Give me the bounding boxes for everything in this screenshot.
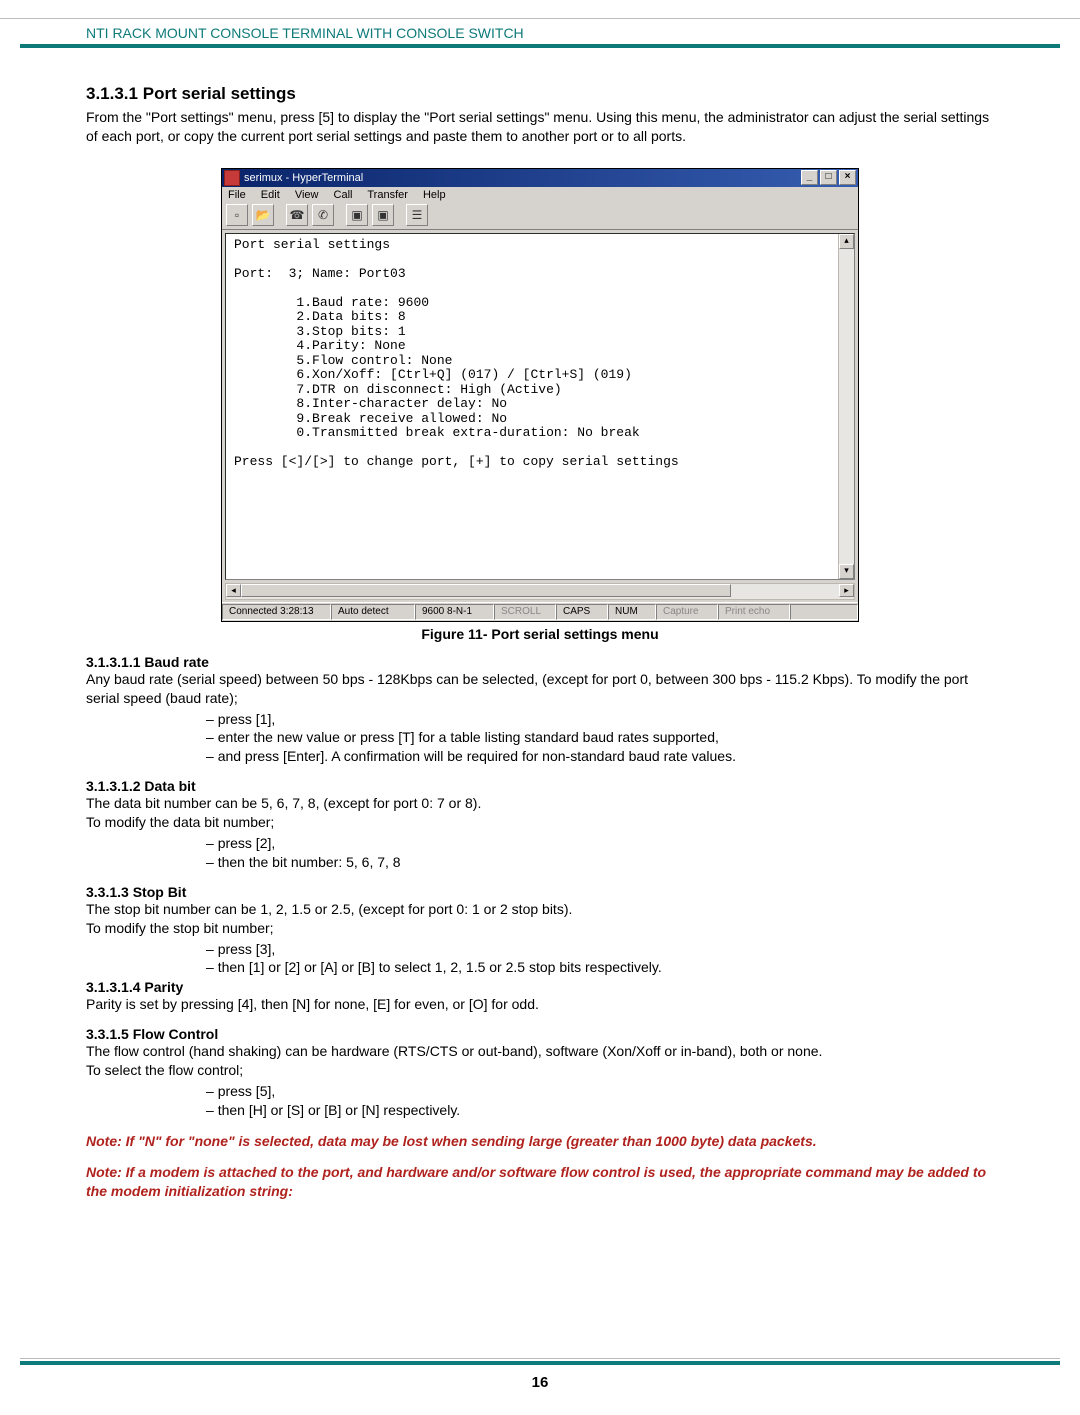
- send-icon: ▣: [351, 208, 362, 222]
- open-icon: 📂: [256, 208, 271, 222]
- list-item: press [1],: [206, 710, 994, 729]
- status-scroll: SCROLL: [494, 604, 556, 620]
- disconnect-button[interactable]: ✆: [312, 204, 334, 226]
- databit-text1: The data bit number can be 5, 6, 7, 8, (…: [86, 794, 994, 813]
- stopbit-heading: 3.3.1.3 Stop Bit: [86, 884, 994, 900]
- menu-view[interactable]: View: [295, 189, 319, 201]
- flow-text1: The flow control (hand shaking) can be h…: [86, 1042, 994, 1061]
- page: NTI RACK MOUNT CONSOLE TERMINAL WITH CON…: [0, 18, 1080, 1415]
- menu-edit[interactable]: Edit: [261, 189, 280, 201]
- databit-list: press [2], then the bit number: 5, 6, 7,…: [86, 834, 994, 872]
- section-title: Port serial settings: [143, 84, 296, 103]
- scroll-right-arrow-icon[interactable]: ▸: [839, 584, 854, 597]
- footer-rule: [20, 1361, 1060, 1365]
- list-item: press [2],: [206, 834, 994, 853]
- note-1: Note: If "N" for "none" is selected, dat…: [86, 1132, 994, 1151]
- flow-list: press [5], then [H] or [S] or [B] or [N]…: [86, 1082, 994, 1120]
- minimize-button[interactable]: _: [801, 170, 818, 185]
- menu-file[interactable]: File: [228, 189, 246, 201]
- baud-text: Any baud rate (serial speed) between 50 …: [86, 670, 994, 708]
- status-num: NUM: [608, 604, 656, 620]
- toolbar: ▫ 📂 ☎ ✆ ▣ ▣ ☰: [222, 203, 858, 230]
- scroll-up-arrow-icon[interactable]: ▴: [839, 234, 854, 249]
- new-button[interactable]: ▫: [226, 204, 248, 226]
- databit-text2: To modify the data bit number;: [86, 813, 994, 832]
- call-button[interactable]: ☎: [286, 204, 308, 226]
- scroll-left-arrow-icon[interactable]: ◂: [226, 584, 241, 597]
- receive-icon: ▣: [377, 208, 388, 222]
- list-item: press [3],: [206, 940, 994, 959]
- status-connected: Connected 3:28:13: [222, 604, 331, 620]
- status-spacer: [790, 604, 858, 620]
- statusbar: Connected 3:28:13 Auto detect 9600 8-N-1…: [222, 602, 858, 621]
- stopbit-text2: To modify the stop bit number;: [86, 919, 994, 938]
- list-item: then [1] or [2] or [A] or [B] to select …: [206, 958, 994, 977]
- terminal-client[interactable]: Port serial settings Port: 3; Name: Port…: [225, 233, 855, 580]
- list-item: then the bit number: 5, 6, 7, 8: [206, 853, 994, 872]
- scroll-thumb[interactable]: [241, 584, 731, 597]
- status-capture: Capture: [656, 604, 718, 620]
- section-intro: From the "Port settings" menu, press [5]…: [86, 108, 994, 146]
- section-number: 3.1.3.1: [86, 84, 138, 103]
- list-item: then [H] or [S] or [B] or [N] respective…: [206, 1101, 994, 1120]
- status-caps: CAPS: [556, 604, 608, 620]
- page-number: 16: [0, 1374, 1080, 1391]
- header-text: NTI RACK MOUNT CONSOLE TERMINAL WITH CON…: [0, 21, 1080, 44]
- hscrollbar[interactable]: ◂ ▸: [225, 583, 855, 600]
- status-detect: Auto detect: [331, 604, 415, 620]
- list-item: and press [Enter]. A confirmation will b…: [206, 747, 994, 766]
- baud-list: press [1], enter the new value or press …: [86, 710, 994, 767]
- menubar[interactable]: File Edit View Call Transfer Help: [222, 187, 858, 203]
- baud-heading: 3.1.3.1.1 Baud rate: [86, 654, 994, 670]
- vscrollbar[interactable]: ▴ ▾: [838, 234, 854, 579]
- phone-down-icon: ✆: [318, 208, 328, 222]
- new-file-icon: ▫: [235, 208, 239, 222]
- parity-text: Parity is set by pressing [4], then [N] …: [86, 995, 994, 1014]
- figure-caption: Figure 11- Port serial settings menu: [86, 626, 994, 642]
- status-mode: 9600 8-N-1: [415, 604, 494, 620]
- scroll-down-arrow-icon[interactable]: ▾: [839, 564, 854, 579]
- properties-button[interactable]: ☰: [406, 204, 428, 226]
- list-item: enter the new value or press [T] for a t…: [206, 728, 994, 747]
- flow-text2: To select the flow control;: [86, 1061, 994, 1080]
- menu-call[interactable]: Call: [334, 189, 353, 201]
- app-icon: [224, 170, 240, 186]
- content: 3.1.3.1 Port serial settings From the "P…: [0, 48, 1080, 1200]
- properties-icon: ☰: [412, 208, 423, 222]
- list-item: press [5],: [206, 1082, 994, 1101]
- terminal-text: Port serial settings Port: 3; Name: Port…: [226, 234, 854, 472]
- receive-button[interactable]: ▣: [372, 204, 394, 226]
- note-2: Note: If a modem is attached to the port…: [86, 1163, 994, 1201]
- stopbit-list: press [3], then [1] or [2] or [A] or [B]…: [86, 940, 994, 978]
- window-title: serimux - HyperTerminal: [244, 172, 801, 184]
- send-button[interactable]: ▣: [346, 204, 368, 226]
- stopbit-text1: The stop bit number can be 1, 2, 1.5 or …: [86, 900, 994, 919]
- maximize-button[interactable]: □: [820, 170, 837, 185]
- open-button[interactable]: 📂: [252, 204, 274, 226]
- section-heading: 3.1.3.1 Port serial settings: [86, 84, 994, 104]
- databit-heading: 3.1.3.1.2 Data bit: [86, 778, 994, 794]
- header-top-line: [0, 18, 1080, 19]
- titlebar[interactable]: serimux - HyperTerminal _ □ ×: [222, 169, 858, 187]
- status-echo: Print echo: [718, 604, 790, 620]
- hyperterminal-window: serimux - HyperTerminal _ □ × File Edit …: [221, 168, 859, 622]
- footer-top-line: [20, 1358, 1060, 1359]
- menu-help[interactable]: Help: [423, 189, 446, 201]
- phone-icon: ☎: [290, 208, 305, 222]
- close-button[interactable]: ×: [839, 170, 856, 185]
- flow-heading: 3.3.1.5 Flow Control: [86, 1026, 994, 1042]
- parity-heading: 3.1.3.1.4 Parity: [86, 979, 994, 995]
- menu-transfer[interactable]: Transfer: [367, 189, 408, 201]
